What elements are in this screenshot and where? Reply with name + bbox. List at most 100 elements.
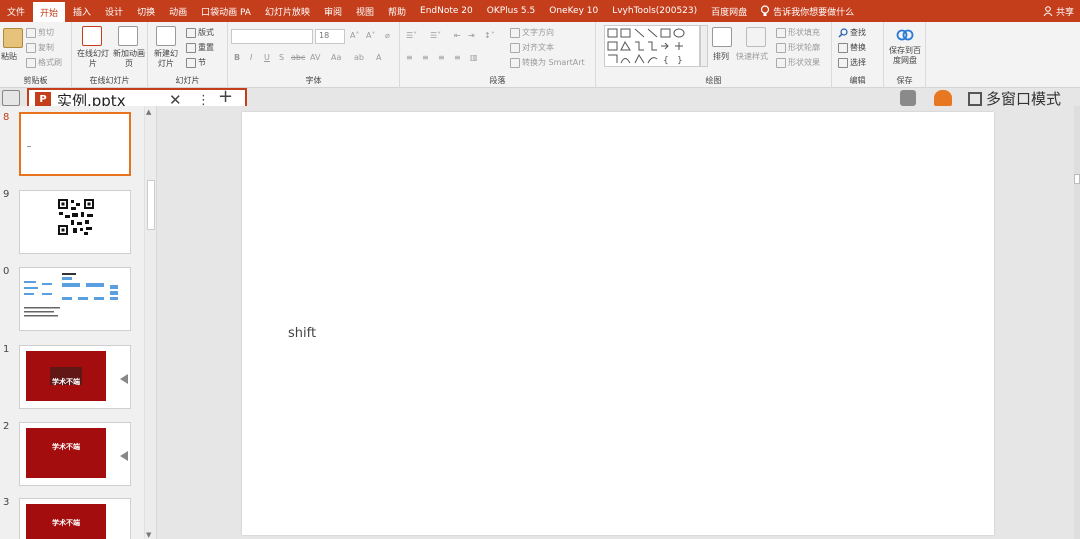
tab-transitions[interactable]: 切换: [130, 0, 162, 22]
online-slide-button[interactable]: 在线幻灯片: [76, 49, 110, 69]
bullets-button[interactable]: ☰˅: [406, 31, 417, 40]
bold-button[interactable]: B: [234, 53, 240, 62]
slide-text[interactable]: shift: [288, 326, 316, 341]
close-tab-icon[interactable]: ✕: [169, 91, 182, 106]
grow-font-button[interactable]: A˄: [350, 31, 359, 40]
replace-button[interactable]: 替换: [838, 42, 866, 53]
align-text-label: 对齐文本: [522, 43, 554, 52]
current-slide[interactable]: shift: [242, 112, 994, 535]
strikethrough-button[interactable]: abc: [291, 53, 305, 62]
copy-label: 复制: [38, 43, 54, 52]
italic-button[interactable]: I: [250, 53, 252, 62]
thumb-number: 2: [3, 421, 10, 432]
change-case-button[interactable]: Aa: [331, 53, 341, 62]
group-paragraph: ☰˅ ☰˅ ⇤ ⇥ ↕˅ ≡ ≡ ≡ ≡ ▥ 文字方向 对齐文本 转换为 Sma…: [400, 22, 596, 88]
svg-text:{: {: [663, 56, 669, 66]
scrollbar-thumb[interactable]: [147, 180, 155, 230]
multi-window-button[interactable]: 多窗口模式: [968, 88, 1061, 106]
reset-button[interactable]: 重置: [186, 42, 214, 53]
new-slide-button[interactable]: 新建幻灯片: [151, 49, 181, 69]
scrollbar-thumb[interactable]: [1074, 174, 1080, 184]
slide-scrollbar[interactable]: [1074, 106, 1080, 539]
new-anim-button[interactable]: 新加动画页: [112, 49, 146, 69]
tab-view[interactable]: 视图: [349, 0, 381, 22]
line-spacing-button[interactable]: ↕˅: [484, 31, 495, 40]
tab-help[interactable]: 帮助: [381, 0, 413, 22]
char-spacing-button[interactable]: AV: [310, 53, 320, 62]
more-options-icon[interactable]: ⋮: [197, 93, 210, 107]
highlight-button[interactable]: ab: [354, 53, 364, 62]
tab-insert[interactable]: 插入: [66, 0, 98, 22]
toolbox-icon[interactable]: [900, 90, 916, 106]
tab-review[interactable]: 审阅: [317, 0, 349, 22]
shadow-button[interactable]: S: [279, 53, 284, 62]
tab-design[interactable]: 设计: [98, 0, 130, 22]
text-direction-label: 文字方向: [522, 28, 554, 37]
tab-file[interactable]: 文件: [0, 0, 32, 22]
decrease-indent-button[interactable]: ⇤: [454, 31, 461, 40]
font-color-button[interactable]: A: [376, 53, 381, 62]
slide-thumbnail[interactable]: [19, 190, 131, 254]
slide-thumbnail[interactable]: 学术不端: [19, 498, 131, 539]
tab-animations[interactable]: 动画: [162, 0, 194, 22]
thumbnail-scrollbar[interactable]: ▲ ▼: [144, 106, 156, 539]
document-tab-bar: P 实例.pptx ✕ ⋮ + 多窗口模式: [0, 88, 1080, 106]
slide-thumbnail[interactable]: [19, 112, 131, 176]
align-center-button[interactable]: ≡: [422, 53, 429, 62]
align-left-button[interactable]: ≡: [406, 53, 413, 62]
tab-okplus[interactable]: OKPlus 5.5: [480, 0, 542, 22]
tab-endnote[interactable]: EndNote 20: [413, 0, 480, 22]
slide-thumbnail[interactable]: 学术不端: [19, 422, 131, 486]
shapes-gallery-scroll[interactable]: [700, 25, 708, 67]
tab-onekey[interactable]: OneKey 10: [542, 0, 605, 22]
slide-thumbnail[interactable]: [19, 267, 131, 331]
font-name-input[interactable]: [231, 29, 313, 44]
cut-button[interactable]: 剪切: [26, 27, 54, 38]
shapes-gallery[interactable]: { }: [604, 25, 700, 67]
layout-button[interactable]: 版式: [186, 27, 214, 38]
font-size-input[interactable]: 18: [315, 29, 345, 44]
quick-styles-button[interactable]: 快速样式: [736, 51, 768, 62]
paste-button[interactable]: 粘贴: [1, 51, 17, 62]
align-right-button[interactable]: ≡: [438, 53, 445, 62]
shape-fill-button[interactable]: 形状填充: [776, 27, 820, 38]
tab-document[interactable]: P 实例.pptx ✕ ⋮: [27, 88, 247, 106]
align-text-button[interactable]: 对齐文本: [510, 42, 554, 53]
justify-button[interactable]: ≡: [454, 53, 461, 62]
slide-thumbnail[interactable]: 学术不端: [19, 345, 131, 409]
format-painter-button[interactable]: 格式刷: [26, 57, 62, 68]
tab-baidu-netdisk[interactable]: 百度网盘: [704, 0, 754, 22]
fox-icon[interactable]: [934, 90, 952, 106]
share-button[interactable]: 共享: [1043, 0, 1074, 22]
arrange-button[interactable]: 排列: [713, 51, 729, 62]
smartart-label: 转换为 SmartArt: [522, 58, 585, 67]
increase-indent-button[interactable]: ⇥: [468, 31, 475, 40]
find-button[interactable]: 查找: [838, 27, 866, 38]
tell-me-text: 告诉我你想要做什么: [773, 7, 855, 18]
section-button[interactable]: 节: [186, 57, 206, 68]
scroll-up-icon[interactable]: ▲: [146, 108, 151, 116]
shrink-font-button[interactable]: A˅: [366, 31, 375, 40]
tab-lvyhtools[interactable]: LvyhTools(200523): [605, 0, 704, 22]
add-tab-icon[interactable]: +: [218, 88, 233, 106]
numbering-button[interactable]: ☰˅: [430, 31, 441, 40]
underline-button[interactable]: U: [264, 53, 270, 62]
slide-sorter-icon[interactable]: [2, 90, 20, 106]
columns-button[interactable]: ▥: [470, 53, 478, 62]
tell-me-box[interactable]: 告诉我你想要做什么: [760, 0, 854, 22]
shape-effects-button[interactable]: 形状效果: [776, 57, 820, 68]
tab-home[interactable]: 开始: [33, 2, 66, 22]
save-baidu-button[interactable]: 保存到百度网盘: [886, 46, 924, 66]
select-button[interactable]: 选择: [838, 57, 866, 68]
text-direction-button[interactable]: 文字方向: [510, 27, 554, 38]
layout-icon: [186, 27, 196, 38]
shape-outline-button[interactable]: 形状轮廓: [776, 42, 820, 53]
smartart-button[interactable]: 转换为 SmartArt: [510, 57, 585, 68]
qr-code-image: [57, 198, 95, 236]
tab-pocket-animation[interactable]: 口袋动画 PA: [194, 0, 258, 22]
copy-button[interactable]: 复制: [26, 42, 54, 53]
scroll-down-icon[interactable]: ▼: [146, 531, 151, 539]
tab-slideshow[interactable]: 幻灯片放映: [258, 0, 317, 22]
red-slide-preview: 学术不端: [26, 504, 106, 539]
clear-format-button[interactable]: ⌀: [385, 31, 390, 40]
